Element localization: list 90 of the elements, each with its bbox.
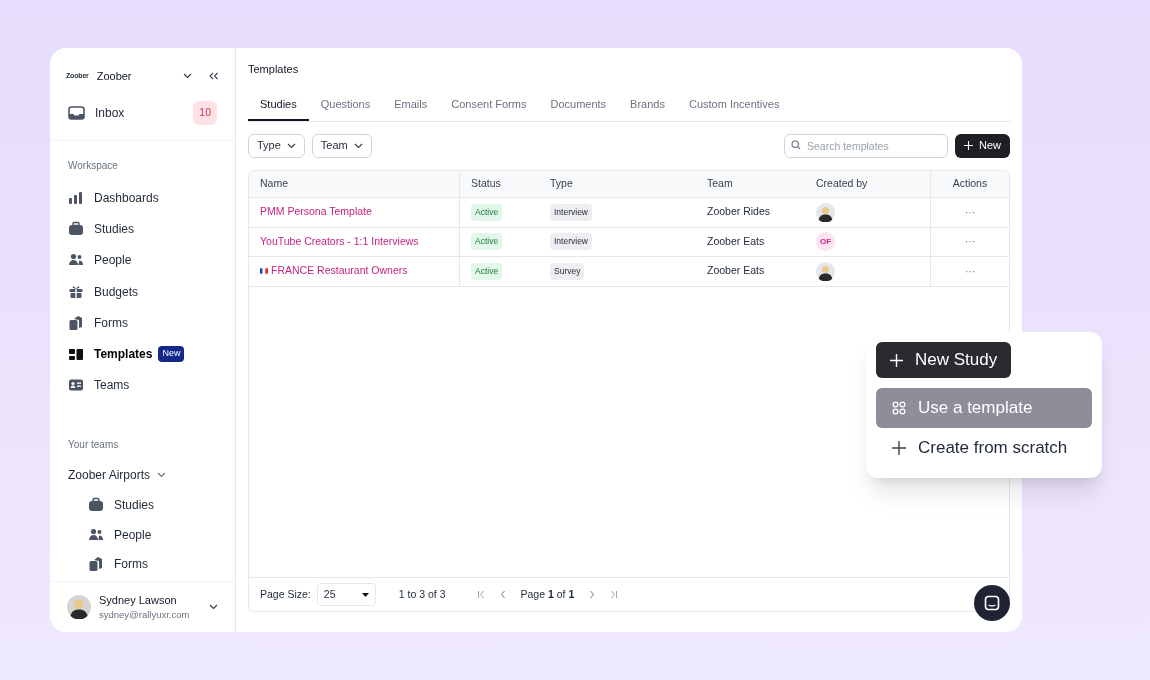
type-tag: Survey xyxy=(550,262,585,280)
sidebar-item[interactable]: People xyxy=(114,525,152,544)
chevron-down-icon xyxy=(157,472,167,479)
count-badge: 10 xyxy=(193,101,217,125)
menu-item[interactable]: Create from scratch xyxy=(876,428,1092,468)
template-link[interactable]: FRANCE Restaurant Owners xyxy=(271,263,408,280)
plus-icon xyxy=(890,353,903,367)
range-text: 1 to 3 of 3 xyxy=(398,586,446,602)
last-page-icon[interactable] xyxy=(610,590,619,599)
column-header: Team xyxy=(707,176,733,192)
gift-icon xyxy=(68,283,84,300)
sidebar-item[interactable]: People xyxy=(94,251,132,270)
template-link[interactable]: PMM Persona Template xyxy=(260,204,372,221)
new-study-button[interactable]: New Study xyxy=(876,342,1012,378)
org-chevron-icon xyxy=(183,73,192,79)
briefcase-icon xyxy=(68,220,84,237)
grid-icon xyxy=(892,401,906,415)
template-link[interactable]: YouTube Creators - 1:1 Interviews xyxy=(260,233,419,250)
caret-icon xyxy=(361,592,369,597)
chat-icon xyxy=(984,595,1000,611)
inbox-icon xyxy=(68,106,85,120)
table-cell-text: Zoober Eats xyxy=(707,263,765,279)
tab[interactable]: Questions xyxy=(308,95,383,121)
layout-icon xyxy=(68,346,84,363)
briefcase-icon xyxy=(88,496,104,513)
sidebar-item[interactable]: Studies xyxy=(114,495,155,514)
page-size-label: Page Size: xyxy=(260,586,311,602)
tab[interactable]: Emails xyxy=(382,95,440,121)
section-heading: Workspace xyxy=(68,159,119,173)
chevron-down-icon xyxy=(286,142,296,149)
page-indicator: Page 1 of 1 xyxy=(520,586,575,602)
flag-icon xyxy=(260,268,268,275)
sidebar-item[interactable]: Templates xyxy=(94,345,153,364)
page-title: Templates xyxy=(248,62,300,77)
sidebar-item[interactable]: Studies xyxy=(94,219,135,238)
collapse-icon[interactable] xyxy=(208,72,219,80)
sidebar-item[interactable]: Forms xyxy=(114,555,148,574)
more-button[interactable]: ··· xyxy=(965,234,975,250)
column-header: Name xyxy=(260,176,288,192)
plus-icon xyxy=(964,141,973,150)
documents-icon xyxy=(88,556,104,573)
status-badge: Active xyxy=(471,203,503,221)
table-cell-text: Zoober Eats xyxy=(707,233,765,249)
avatar xyxy=(816,202,835,222)
org-name: Zoober xyxy=(96,68,132,84)
tab[interactable]: Consent Forms xyxy=(439,95,539,121)
section-heading: Your teams xyxy=(68,438,120,453)
table-cell-text: Zoober Rides xyxy=(707,204,771,220)
status-badge: Active xyxy=(471,262,503,280)
filter-dropdown[interactable]: Team xyxy=(311,133,372,158)
search-icon xyxy=(791,140,801,150)
column-header: Type xyxy=(550,176,573,192)
previous-icon[interactable] xyxy=(498,590,507,599)
inbox-item[interactable]: Inbox 10 xyxy=(50,100,235,126)
chevron-down-icon xyxy=(353,142,363,149)
tab[interactable]: Documents xyxy=(538,95,619,121)
documents-icon xyxy=(68,314,84,331)
new-button[interactable]: New xyxy=(955,133,1010,158)
sidebar-item[interactable]: Dashboards xyxy=(94,188,159,207)
search-field[interactable]: Search templates xyxy=(784,134,948,158)
avatar xyxy=(67,595,91,619)
column-header: Actions xyxy=(952,176,988,192)
tab[interactable]: Brands xyxy=(618,95,677,121)
team-item[interactable]: Zoober Airports xyxy=(68,466,151,485)
avatar xyxy=(816,261,835,281)
new-badge: New xyxy=(158,346,185,362)
first-page-icon[interactable] xyxy=(476,590,485,599)
next-icon[interactable] xyxy=(588,590,597,599)
bar-chart-icon xyxy=(68,189,84,206)
chevron-down-icon xyxy=(209,604,218,610)
type-tag: Interview xyxy=(550,233,592,251)
sidebar-item[interactable]: Budgets xyxy=(94,282,139,301)
column-header: Status xyxy=(471,176,501,192)
more-button[interactable]: ··· xyxy=(965,263,975,279)
status-badge: Active xyxy=(471,233,503,251)
tab[interactable]: Custom Incentives xyxy=(676,95,792,121)
type-tag: Interview xyxy=(550,203,592,221)
column-header: Created by xyxy=(816,176,868,192)
people-icon xyxy=(88,526,104,543)
user-name: Sydney Lawson xyxy=(99,592,178,608)
sidebar-item[interactable]: Forms xyxy=(94,313,128,332)
initials-avatar: OF xyxy=(816,232,835,252)
user-email: sydney@rallyuxr.com xyxy=(99,608,191,623)
more-button[interactable]: ··· xyxy=(965,204,975,220)
filter-dropdown[interactable]: Type xyxy=(248,133,305,158)
id-card-icon xyxy=(68,377,84,394)
tab[interactable]: Studies xyxy=(248,95,309,121)
page-size-select[interactable]: 25 xyxy=(316,583,376,606)
sidebar-item[interactable]: Teams xyxy=(94,376,130,395)
plus-icon xyxy=(892,441,906,455)
